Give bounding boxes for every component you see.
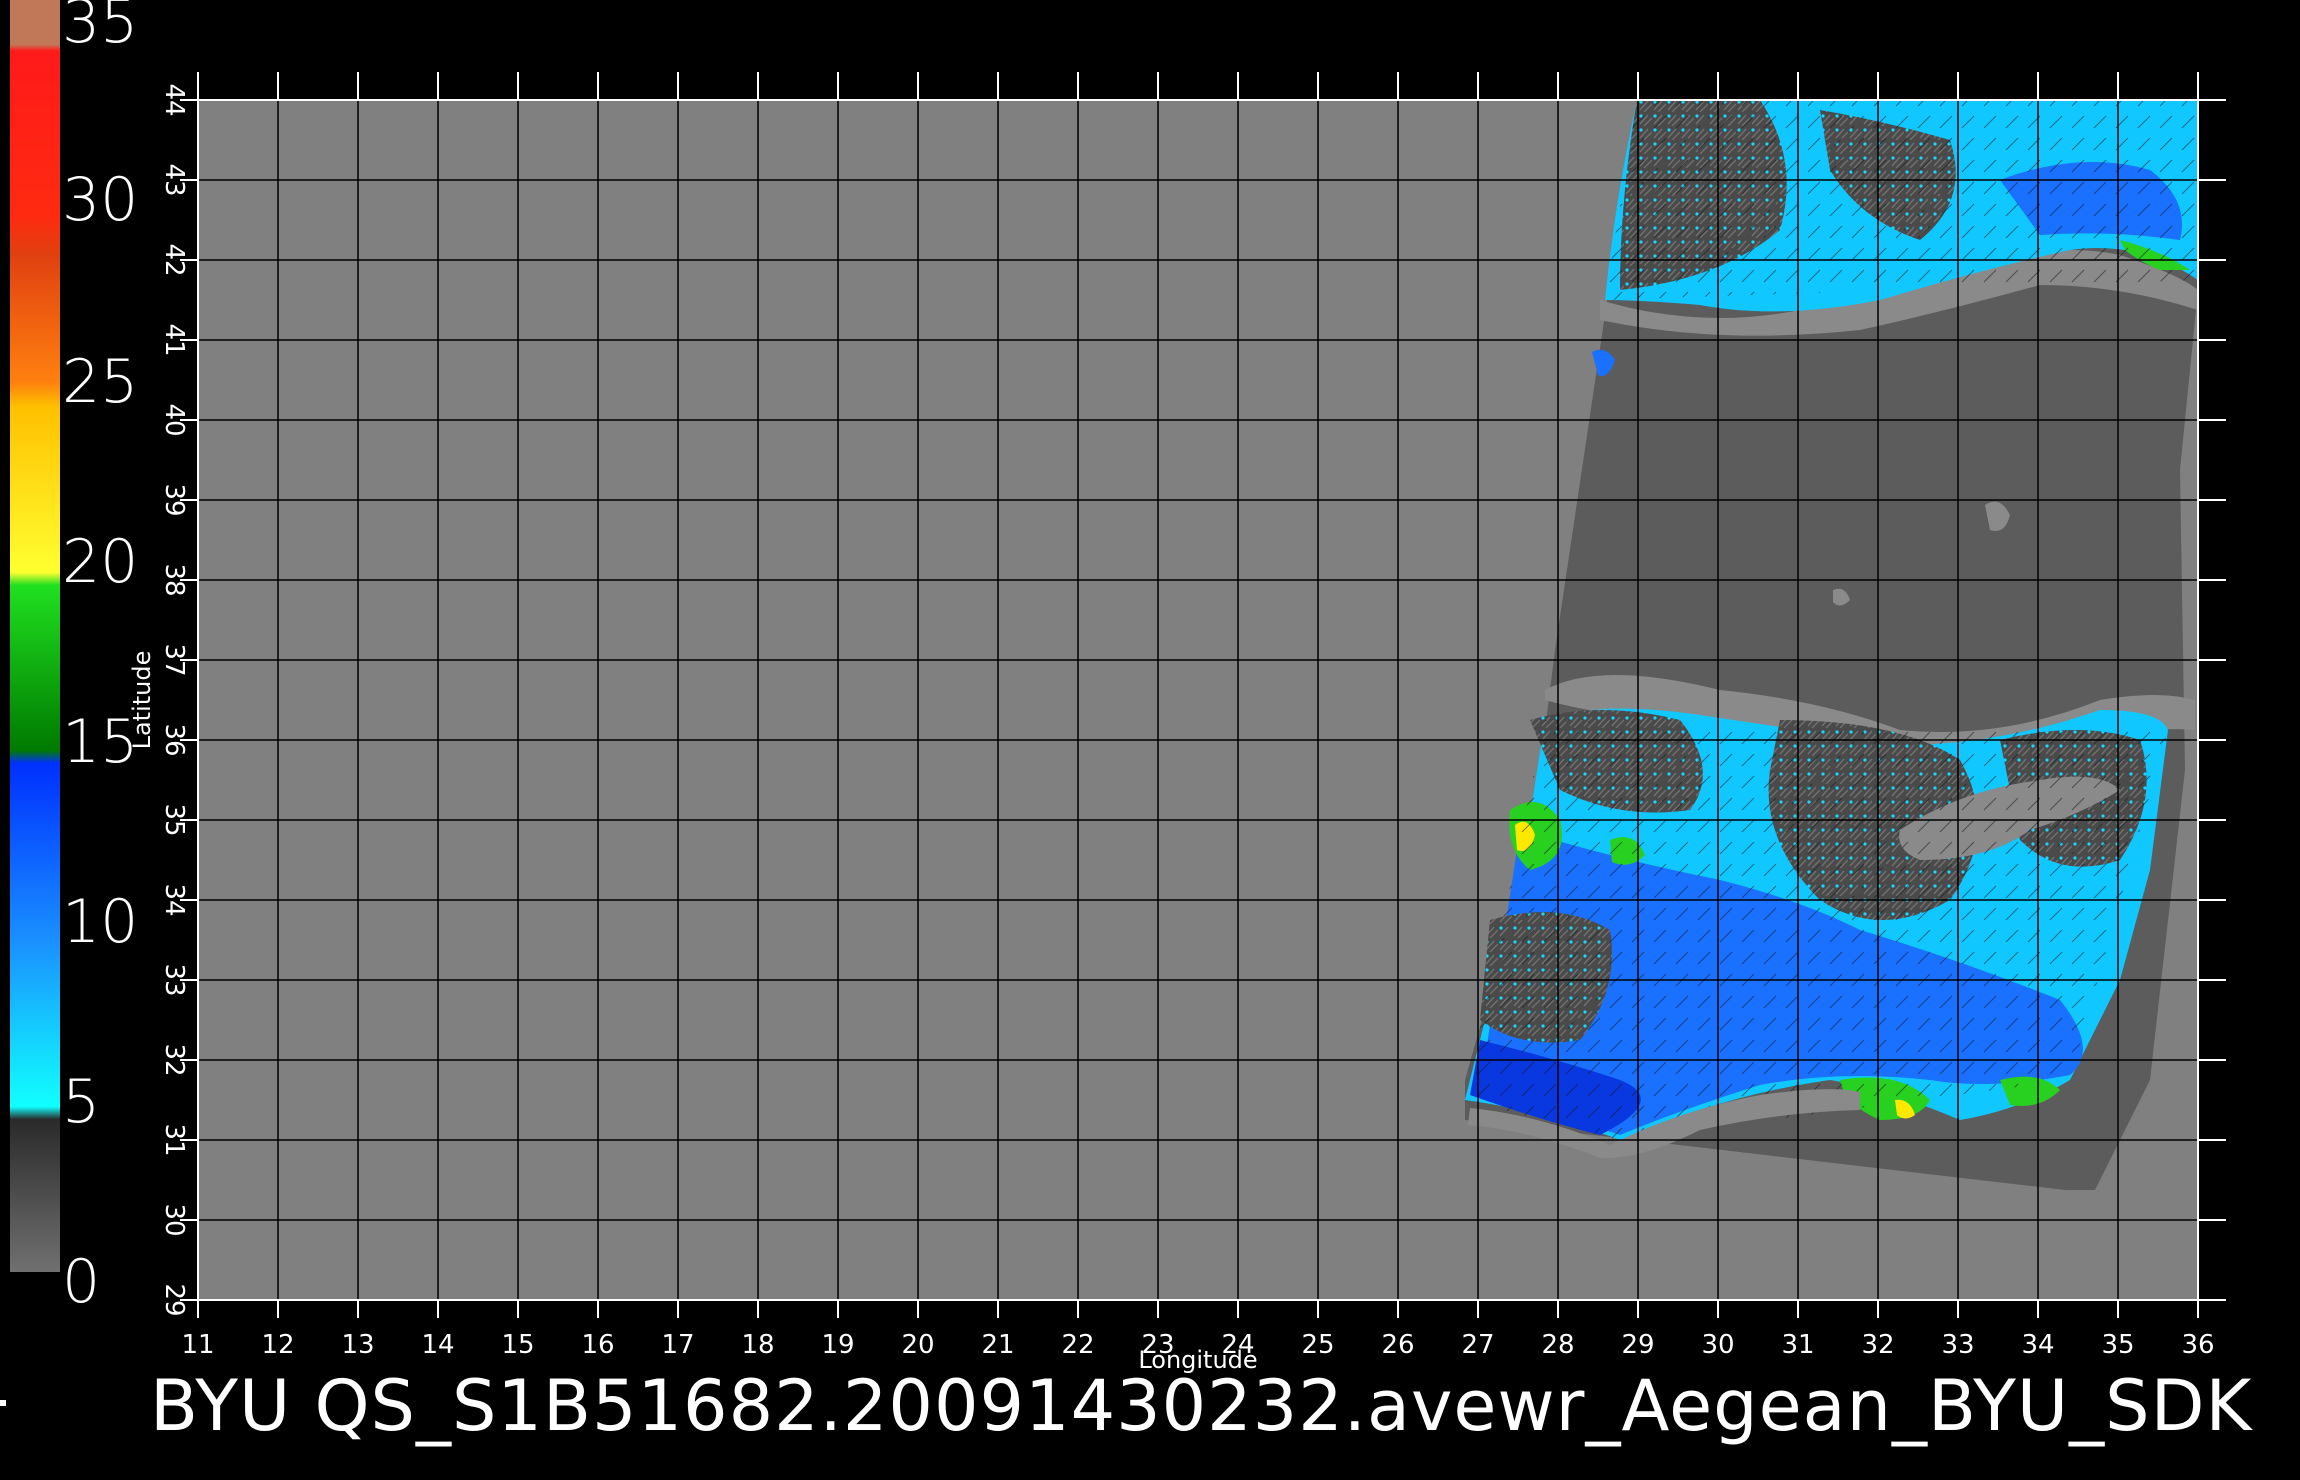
- product-title: BYU QS_S1B51682.20091430232.avewr_Aegean…: [150, 1365, 2253, 1447]
- tick-label-lat-33: 33: [159, 963, 189, 996]
- tick-label-lon-27: 27: [1461, 1330, 1494, 1360]
- tick-label-lat-41: 41: [159, 323, 189, 356]
- tick-label-lon-31: 31: [1781, 1330, 1814, 1360]
- tick-label-lon-11: 11: [181, 1330, 214, 1360]
- tick-label-lat-34: 34: [159, 883, 189, 916]
- tick-label-lat-44: 44: [159, 83, 189, 116]
- tick-label-lat-35: 35: [159, 803, 189, 836]
- tick-label-lat-31: 31: [159, 1123, 189, 1156]
- tick-label-lon-12: 12: [261, 1330, 294, 1360]
- tick-label-lon-28: 28: [1541, 1330, 1574, 1360]
- tick-label-lon-16: 16: [581, 1330, 614, 1360]
- tick-label-lon-17: 17: [661, 1330, 694, 1360]
- tick-label-lat-38: 38: [159, 563, 189, 596]
- tick-label-lon-25: 25: [1301, 1330, 1334, 1360]
- tick-label-lon-30: 30: [1701, 1330, 1734, 1360]
- tick-label-lon-19: 19: [821, 1330, 854, 1360]
- tick-label-lat-29: 29: [159, 1283, 189, 1316]
- tick-label-lat-32: 32: [159, 1043, 189, 1076]
- tick-label-lon-33: 33: [1941, 1330, 1974, 1360]
- tick-label-lat-39: 39: [159, 483, 189, 516]
- tick-label-lat-30: 30: [159, 1203, 189, 1236]
- tick-label-lat-37: 37: [159, 643, 189, 676]
- tick-label-lon-29: 29: [1621, 1330, 1654, 1360]
- y-axis-label: Latitude: [128, 651, 156, 750]
- tick-label-lon-35: 35: [2101, 1330, 2134, 1360]
- tick-label-lon-18: 18: [741, 1330, 774, 1360]
- tick-label-lat-36: 36: [159, 723, 189, 756]
- tick-label-lon-34: 34: [2021, 1330, 2054, 1360]
- tick-label-lon-20: 20: [901, 1330, 934, 1360]
- tick-label-lon-14: 14: [421, 1330, 454, 1360]
- tick-label-lon-26: 26: [1381, 1330, 1414, 1360]
- tick-label-lat-43: 43: [159, 163, 189, 196]
- tick-label-lat-42: 42: [159, 243, 189, 276]
- edge-mark: [0, 1400, 6, 1406]
- tick-label-lon-15: 15: [501, 1330, 534, 1360]
- wind-map: 11 12 13 14 15 16 17 18 19 20 21 22 23 24 25 26 27 28 29 30…: [128, 72, 2226, 1374]
- tick-label-lon-32: 32: [1861, 1330, 1894, 1360]
- tick-label-lon-21: 21: [981, 1330, 1014, 1360]
- tick-label-lat-40: 40: [159, 403, 189, 436]
- tick-label-lon-36: 36: [2181, 1330, 2214, 1360]
- tick-label-lon-13: 13: [341, 1330, 374, 1360]
- tick-label-lon-22: 22: [1061, 1330, 1094, 1360]
